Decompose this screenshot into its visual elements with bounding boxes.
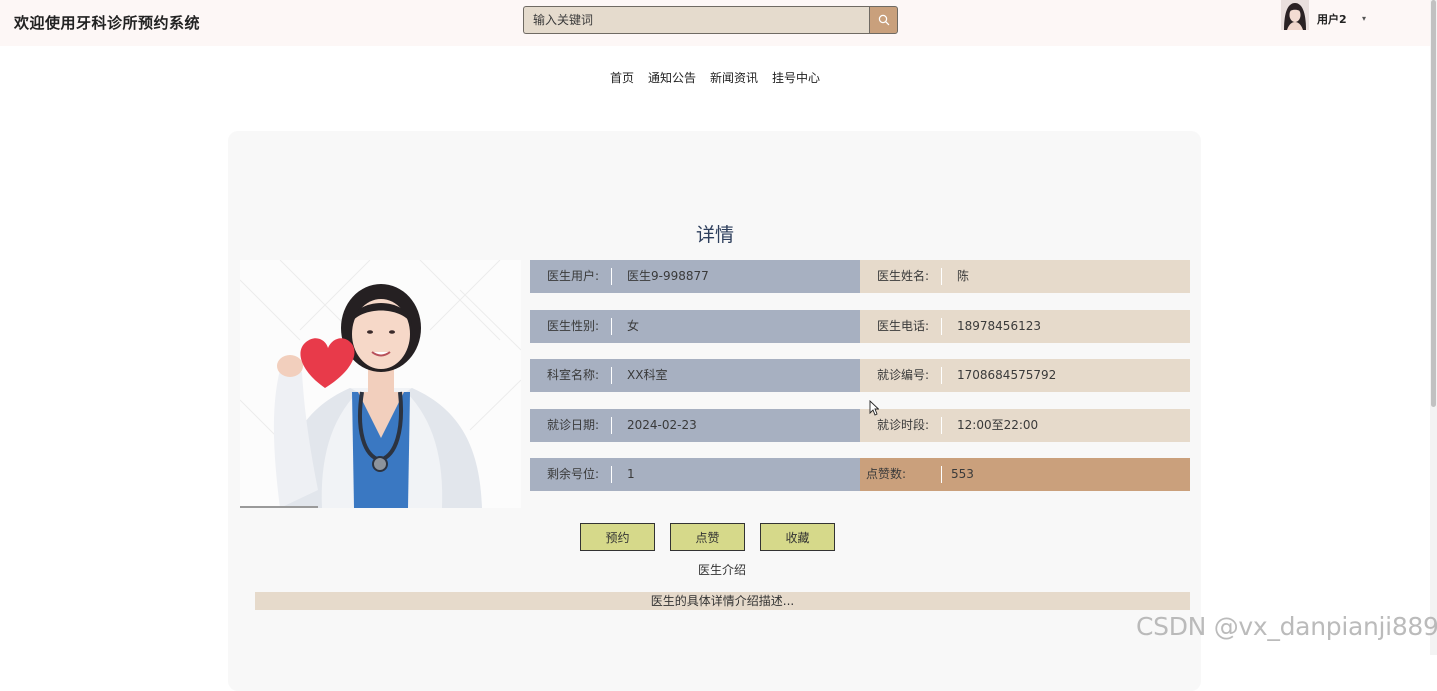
doctor-intro-heading: 医生介绍 <box>697 563 746 577</box>
user-name[interactable]: 用户2 <box>1317 11 1347 27</box>
page-title: 详情 <box>695 224 734 246</box>
field-value: 医生9-998877 <box>627 269 709 283</box>
field-doctor-phone: 医生电话: 18978456123 <box>860 310 1190 343</box>
top-header: 欢迎使用牙科诊所预约系统 用户2 ▾ <box>0 0 1437 46</box>
nav-item-news[interactable]: 新闻资讯 <box>710 69 758 86</box>
field-visit-time: 就诊时段: 12:00至22:00 <box>860 409 1190 442</box>
field-label: 点赞数: <box>860 466 942 483</box>
field-label: 就诊时段: <box>860 417 942 434</box>
field-doctor-name: 医生姓名: 陈 <box>860 260 1190 293</box>
main-nav: 首页 通知公告 新闻资讯 挂号中心 <box>0 69 1430 86</box>
field-label: 就诊编号: <box>860 367 942 384</box>
field-visit-number: 就诊编号: 1708684575792 <box>860 359 1190 392</box>
field-value: 553 <box>951 467 974 481</box>
field-label: 医生用户: <box>530 268 612 285</box>
favorite-button[interactable]: 收藏 <box>760 523 835 551</box>
nav-item-notices[interactable]: 通知公告 <box>648 69 696 86</box>
user-avatar[interactable] <box>1281 0 1309 30</box>
field-value: 12:00至22:00 <box>957 418 1039 432</box>
doctor-photo <box>240 260 521 508</box>
search-input[interactable] <box>523 6 869 34</box>
nav-item-home[interactable]: 首页 <box>610 69 634 86</box>
search-button[interactable] <box>869 6 898 34</box>
like-button[interactable]: 点赞 <box>670 523 745 551</box>
field-value: 18978456123 <box>957 319 1041 333</box>
nav-item-registration[interactable]: 挂号中心 <box>772 69 820 86</box>
field-label: 就诊日期: <box>530 417 612 434</box>
doctor-intro-text: 医生的具体详情介绍描述... <box>255 592 1190 610</box>
field-value: 陈 <box>957 269 970 283</box>
chevron-down-icon[interactable]: ▾ <box>1362 14 1366 23</box>
doctor-illustration <box>240 260 521 508</box>
field-value: 2024-02-23 <box>627 418 697 432</box>
field-label: 医生姓名: <box>860 268 942 285</box>
photo-progress-line <box>240 506 318 508</box>
field-remaining-slots: 剩余号位: 1 <box>530 458 860 491</box>
field-label: 科室名称: <box>530 367 612 384</box>
watermark: CSDN @vx_danpianji889 <box>1136 612 1437 641</box>
avatar-portrait <box>1281 0 1309 30</box>
field-value: XX科室 <box>627 368 668 382</box>
field-value: 女 <box>627 319 640 333</box>
field-value: 1708684575792 <box>957 368 1057 382</box>
field-visit-date: 就诊日期: 2024-02-23 <box>530 409 860 442</box>
field-label: 医生电话: <box>860 318 942 335</box>
field-value: 1 <box>627 467 635 481</box>
field-doctor-account: 医生用户: 医生9-998877 <box>530 260 860 293</box>
field-like-count: 点赞数: 553 <box>860 458 1190 491</box>
app-title: 欢迎使用牙科诊所预约系统 <box>14 14 201 32</box>
mouse-cursor-icon <box>869 400 879 416</box>
field-label: 剩余号位: <box>530 466 612 483</box>
field-doctor-gender: 医生性别: 女 <box>530 310 860 343</box>
field-label: 医生性别: <box>530 318 612 335</box>
field-department: 科室名称: XX科室 <box>530 359 860 392</box>
page-scrollbar-thumb[interactable] <box>1431 0 1436 407</box>
book-button[interactable]: 预约 <box>580 523 655 551</box>
search-icon <box>878 14 889 26</box>
